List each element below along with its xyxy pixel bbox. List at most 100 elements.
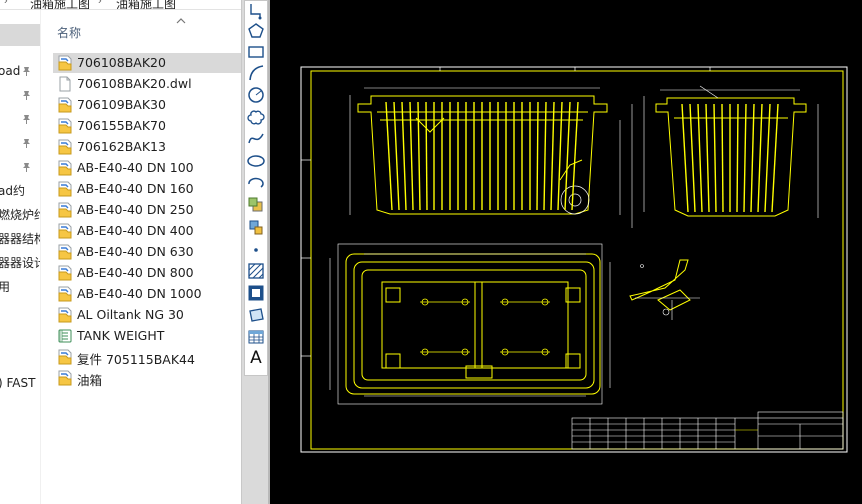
file-list-item[interactable]: AB-E40-40 DN 250 — [53, 200, 241, 220]
cad-file-icon — [58, 265, 72, 281]
cad-file-icon — [58, 370, 72, 386]
file-name: 复件 705115BAK44 — [77, 352, 195, 367]
polyline-tool-icon[interactable] — [246, 2, 266, 22]
cad-drawing-canvas[interactable] — [270, 0, 862, 504]
table-tool-icon[interactable] — [246, 327, 266, 347]
nav-pane-item-label: ad约 — [0, 184, 25, 198]
file-list-item[interactable]: 706108BAK20 — [53, 53, 241, 73]
cad-file-icon — [58, 139, 72, 155]
file-name: AB-E40-40 DN 100 — [77, 160, 194, 175]
hatch-tool-icon[interactable] — [246, 261, 266, 281]
cad-file-icon — [58, 118, 72, 134]
cad-file-icon — [58, 223, 72, 239]
region-tool-icon[interactable] — [246, 305, 266, 325]
file-list-item[interactable]: 706162BAK13 — [53, 137, 241, 157]
file-name: 706155BAK70 — [77, 118, 166, 133]
cad-file-icon — [58, 160, 72, 176]
oil-tank-drawing — [300, 66, 848, 453]
pin-icon[interactable] — [22, 90, 31, 100]
spline-tool-icon[interactable] — [246, 129, 266, 149]
nav-pane-item[interactable] — [0, 24, 40, 46]
file-list-item[interactable]: 706155BAK70 — [53, 116, 241, 136]
revision-cloud-tool-icon[interactable] — [246, 107, 266, 127]
nav-pane-item-label: 燃烧炉约 — [0, 208, 40, 222]
cad-file-icon — [58, 97, 72, 113]
plan-view-holes — [420, 298, 550, 356]
nav-pane-item[interactable] — [0, 156, 40, 178]
nav-pane-item[interactable] — [0, 84, 40, 106]
pin-icon[interactable] — [22, 66, 31, 76]
cad-file-icon — [58, 286, 72, 302]
file-list-item[interactable]: AB-E40-40 DN 800 — [53, 263, 241, 283]
ellipse-tool-icon[interactable] — [246, 151, 266, 171]
file-name: AB-E40-40 DN 800 — [77, 265, 194, 280]
tank-plan-view — [329, 243, 611, 405]
file-name: AB-E40-40 DN 250 — [77, 202, 194, 217]
file-name: AB-E40-40 DN 630 — [77, 244, 194, 259]
nav-pane-item-label: ) FAST — [0, 376, 36, 390]
nav-pane-item[interactable]: ) FAST — [0, 372, 40, 394]
nav-pane-item[interactable]: 用 — [0, 276, 40, 298]
draw-toolbar: A — [244, 0, 268, 376]
gradient-tool-icon[interactable] — [246, 283, 266, 303]
file-name: 706108BAK20 — [77, 55, 166, 70]
blank-file-icon — [59, 76, 71, 92]
arc-tool-icon[interactable] — [246, 63, 266, 83]
file-name: 706162BAK13 — [77, 139, 166, 154]
polygon-tool-icon[interactable] — [246, 21, 266, 41]
section-detail — [629, 259, 700, 320]
nav-pane-item[interactable]: ad约 — [0, 180, 40, 202]
nav-pane-item[interactable] — [0, 324, 40, 346]
pin-icon[interactable] — [22, 114, 31, 124]
file-list-item[interactable]: 706108BAK20.dwl — [53, 74, 241, 94]
nav-pane-item[interactable] — [0, 132, 40, 154]
file-name: AL Oiltank NG 30 — [77, 307, 184, 322]
cad-file-icon — [58, 307, 72, 323]
multiline-text-tool-icon[interactable]: A — [246, 348, 266, 368]
cad-file-icon — [58, 349, 72, 365]
file-list-item[interactable]: 706109BAK30 — [53, 95, 241, 115]
nav-pane-item[interactable]: oad — [0, 60, 40, 82]
file-list-item[interactable]: 油箱 — [53, 368, 241, 388]
file-name: TANK WEIGHT — [77, 328, 165, 343]
file-list-item[interactable]: AB-E40-40 DN 100 — [53, 158, 241, 178]
file-list-item[interactable]: AB-E40-40 DN 630 — [53, 242, 241, 262]
file-list-item[interactable]: AB-E40-40 DN 1000 — [53, 284, 241, 304]
ellipse-arc-tool-icon[interactable] — [246, 173, 266, 193]
pin-icon[interactable] — [22, 162, 31, 172]
breadcrumb-item[interactable]: 油箱施工图 — [116, 0, 176, 9]
file-list-item[interactable]: 复件 705115BAK44 — [53, 347, 241, 367]
cad-file-icon — [58, 244, 72, 260]
file-name: 油箱 — [77, 373, 103, 388]
make-block-tool-icon[interactable] — [246, 217, 266, 237]
point-tool-icon[interactable] — [246, 239, 266, 259]
rectangle-tool-icon[interactable] — [246, 42, 266, 62]
file-name: 706108BAK20.dwl — [77, 76, 192, 91]
nav-pane-item-label: 用 — [0, 276, 10, 298]
navigation-pane: oad ad约燃烧炉约器器结构器器设计用 ) FAST — [0, 10, 41, 504]
spreadsheet-file-icon — [58, 329, 72, 343]
file-name: AB-E40-40 DN 160 — [77, 181, 194, 196]
nav-pane-item[interactable]: 器器结构 — [0, 228, 40, 250]
chevron-right-icon[interactable]: › — [4, 0, 8, 7]
sort-ascending-icon[interactable] — [176, 17, 186, 25]
circle-tool-icon[interactable] — [246, 85, 266, 105]
file-list-item[interactable]: AB-E40-40 DN 160 — [53, 179, 241, 199]
nav-pane-item[interactable]: 器器设计 — [0, 252, 40, 274]
pin-icon[interactable] — [22, 138, 31, 148]
file-list-item[interactable]: TANK WEIGHT — [53, 326, 241, 346]
breadcrumb-item[interactable]: 油箱施工图 — [30, 0, 90, 9]
column-header-name[interactable]: 名称 — [57, 24, 81, 41]
file-list-item[interactable]: AB-E40-40 DN 400 — [53, 221, 241, 241]
cad-file-icon — [58, 181, 72, 197]
nav-pane-item[interactable]: 燃烧炉约 — [0, 204, 40, 226]
file-name: 706109BAK30 — [77, 97, 166, 112]
title-block — [571, 411, 844, 450]
insert-block-tool-icon[interactable] — [246, 195, 266, 215]
nav-pane-item[interactable] — [0, 108, 40, 130]
file-list-item[interactable]: AL Oiltank NG 30 — [53, 305, 241, 325]
nav-pane-item-label: 器器结构 — [0, 232, 40, 246]
chevron-right-icon[interactable]: › — [98, 0, 102, 7]
file-name: AB-E40-40 DN 400 — [77, 223, 194, 238]
file-name: AB-E40-40 DN 1000 — [77, 286, 202, 301]
